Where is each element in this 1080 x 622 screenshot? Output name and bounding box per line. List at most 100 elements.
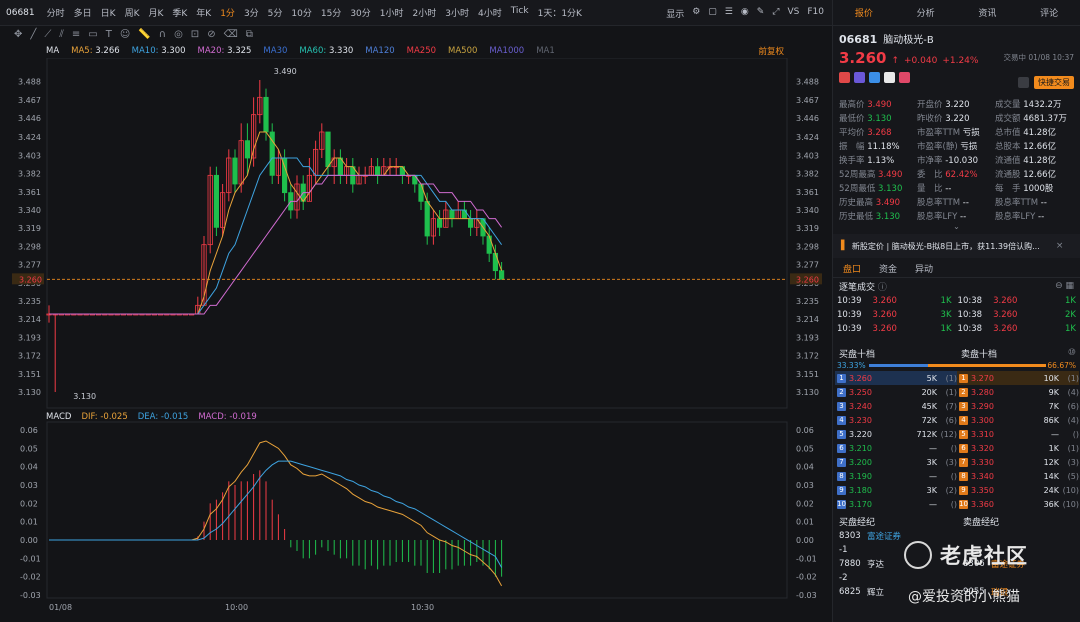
- menu-icon[interactable]: ☰: [725, 7, 733, 20]
- lock-icon[interactable]: ⊡: [191, 29, 199, 40]
- camera-icon[interactable]: ◉: [741, 7, 749, 20]
- period-11[interactable]: 15分: [321, 6, 341, 19]
- smile-icon[interactable]: ☺: [120, 29, 130, 40]
- period-6[interactable]: 年K: [196, 6, 211, 19]
- adjust-label[interactable]: 前复权: [758, 45, 784, 57]
- period-18[interactable]: 1天：1分K: [538, 6, 582, 19]
- orderbook-row[interactable]: 7 3.200 3K (3) 7 3.330 12K (3): [835, 455, 1079, 469]
- edit-icon[interactable]: ✎: [757, 7, 765, 20]
- news-banner[interactable]: ▌ 新股定价 | 脑动极光-B拟8日上市，获11.39倍认购... ×: [833, 234, 1080, 258]
- tab-quote[interactable]: 报价: [833, 6, 895, 19]
- ma-legend-item[interactable]: MA1000: [489, 46, 524, 56]
- candle-body: [374, 166, 381, 176]
- level-volume: 12K: [1043, 457, 1059, 467]
- quick-trade-button[interactable]: 快捷交易: [1034, 76, 1074, 89]
- vs-button[interactable]: VS: [787, 7, 799, 20]
- orderbook-row[interactable]: 6 3.210—() 6 3.320 1K (1): [835, 441, 1079, 455]
- delete-icon[interactable]: ⌫: [224, 29, 238, 40]
- period-14[interactable]: 2小时: [413, 6, 437, 19]
- ray-tool-icon[interactable]: ⟋: [44, 29, 51, 40]
- time-tick: 10:00: [225, 603, 248, 612]
- ratio-bar: [869, 364, 1046, 367]
- orderbook-row[interactable]: 8 3.190—() 8 3.340 14K (5): [835, 469, 1079, 483]
- level-price: 3.240: [849, 401, 872, 411]
- level-volume: 20K: [921, 387, 937, 397]
- tag-doc-icon[interactable]: [884, 72, 895, 83]
- magnet-icon[interactable]: ∩: [159, 29, 166, 40]
- tag-heart-icon[interactable]: [899, 72, 910, 83]
- period-17[interactable]: Tick: [511, 6, 529, 19]
- sub-tab-orderbook[interactable]: 盘口: [843, 262, 861, 275]
- price-chart[interactable]: 3.488 3.488 3.467 3.467 3.446 3.446 3.424 3.424…: [0, 58, 832, 622]
- settings-small-icon[interactable]: ⊖: [1055, 281, 1063, 291]
- ma-legend-item[interactable]: MA10: 3.300: [132, 46, 186, 56]
- ma-legend-item[interactable]: MA60: 3.330: [299, 46, 353, 56]
- info-icon[interactable]: ⓘ: [878, 283, 887, 293]
- ma-legend-item[interactable]: MA30: [263, 46, 287, 56]
- eye-icon[interactable]: ◎: [174, 29, 183, 40]
- orderbook-row[interactable]: 3 3.240 45K (7) 3 3.290 7K (6): [835, 399, 1079, 413]
- ma-legend-item[interactable]: MA20: 3.325: [198, 46, 252, 56]
- period-13[interactable]: 1小时: [380, 6, 404, 19]
- tag-flash-icon[interactable]: [854, 72, 865, 83]
- sub-tab-movement[interactable]: 异动: [915, 262, 933, 275]
- close-news-icon[interactable]: ×: [1056, 241, 1064, 251]
- settings-icon[interactable]: ⚙: [692, 7, 700, 20]
- grid-icon[interactable]: ▦: [1065, 281, 1074, 291]
- tab-comments[interactable]: 评论: [1018, 6, 1080, 19]
- stat-cell: 最高价 3.490: [839, 98, 917, 110]
- depth-icon[interactable]: ⑩: [1068, 348, 1076, 358]
- ma-legend-item[interactable]: MA500: [448, 46, 477, 56]
- rect-tool-icon[interactable]: ▭: [88, 29, 97, 40]
- tab-news[interactable]: 资讯: [957, 6, 1019, 19]
- ma-label[interactable]: MA: [46, 46, 59, 56]
- layout-icon[interactable]: ▢: [708, 7, 717, 20]
- sub-tab-funds[interactable]: 资金: [879, 262, 897, 275]
- collapse-chevron-icon[interactable]: ⌄: [833, 222, 1080, 232]
- crosshair-icon[interactable]: ✥: [14, 29, 22, 40]
- ma-legend-item[interactable]: MA1: [536, 46, 555, 56]
- orderbook-row[interactable]: 10 3.170—() 10 3.360 36K (10): [835, 497, 1079, 511]
- ma-legend-item[interactable]: MA120: [365, 46, 394, 56]
- tag-hk-icon[interactable]: [839, 72, 850, 83]
- period-1[interactable]: 多日: [74, 6, 92, 19]
- line-tool-icon[interactable]: ╱: [30, 29, 36, 40]
- period-7[interactable]: 1分: [220, 6, 235, 19]
- ma-legend-item[interactable]: MA5: 3.266: [71, 46, 119, 56]
- orderbook-row[interactable]: 2 3.250 20K (1) 2 3.280 9K (4): [835, 385, 1079, 399]
- macd-label[interactable]: MACD: [46, 412, 71, 422]
- period-10[interactable]: 10分: [291, 6, 311, 19]
- period-0[interactable]: 分时: [47, 6, 65, 19]
- channel-tool-icon[interactable]: ⫽: [59, 29, 63, 40]
- bid-ask-ratio: 33.33% 66.67%: [833, 360, 1080, 371]
- period-5[interactable]: 季K: [172, 6, 187, 19]
- period-3[interactable]: 周K: [125, 6, 140, 19]
- period-15[interactable]: 3小时: [445, 6, 469, 19]
- level-price: 3.320: [971, 443, 994, 453]
- level-price: 3.310: [971, 429, 994, 439]
- hide-icon[interactable]: ⊘: [207, 29, 215, 40]
- f10-button[interactable]: F10: [807, 7, 824, 20]
- period-16[interactable]: 4小时: [478, 6, 502, 19]
- period-12[interactable]: 30分: [350, 6, 370, 19]
- display-menu[interactable]: 显示: [666, 7, 684, 20]
- orderbook-row[interactable]: 1 3.260 5K (1) 1 3.270 10K (1): [835, 371, 1079, 385]
- period-4[interactable]: 月K: [148, 6, 163, 19]
- fib-tool-icon[interactable]: ≡: [72, 29, 80, 40]
- copy-icon[interactable]: ⧉: [246, 29, 253, 40]
- period-2[interactable]: 日K: [101, 6, 116, 19]
- tab-analysis[interactable]: 分析: [895, 6, 957, 19]
- stat-label: 换手率: [839, 156, 865, 166]
- symbol-code[interactable]: 06681: [6, 8, 35, 18]
- alert-icon[interactable]: [1018, 77, 1029, 88]
- ma-legend-item[interactable]: MA250: [407, 46, 436, 56]
- orderbook-row[interactable]: 5 3.220 712K (12) 5 3.310—(): [835, 427, 1079, 441]
- orderbook-row[interactable]: 9 3.180 3K (2) 9 3.350 24K (10): [835, 483, 1079, 497]
- period-8[interactable]: 3分: [244, 6, 259, 19]
- tag-chat-icon[interactable]: [869, 72, 880, 83]
- text-tool-icon[interactable]: T: [106, 29, 112, 40]
- expand-icon[interactable]: ⤢: [772, 7, 779, 20]
- orderbook-row[interactable]: 4 3.230 72K (6) 4 3.300 86K (4): [835, 413, 1079, 427]
- period-9[interactable]: 5分: [268, 6, 283, 19]
- ruler-icon[interactable]: 📏: [138, 29, 150, 40]
